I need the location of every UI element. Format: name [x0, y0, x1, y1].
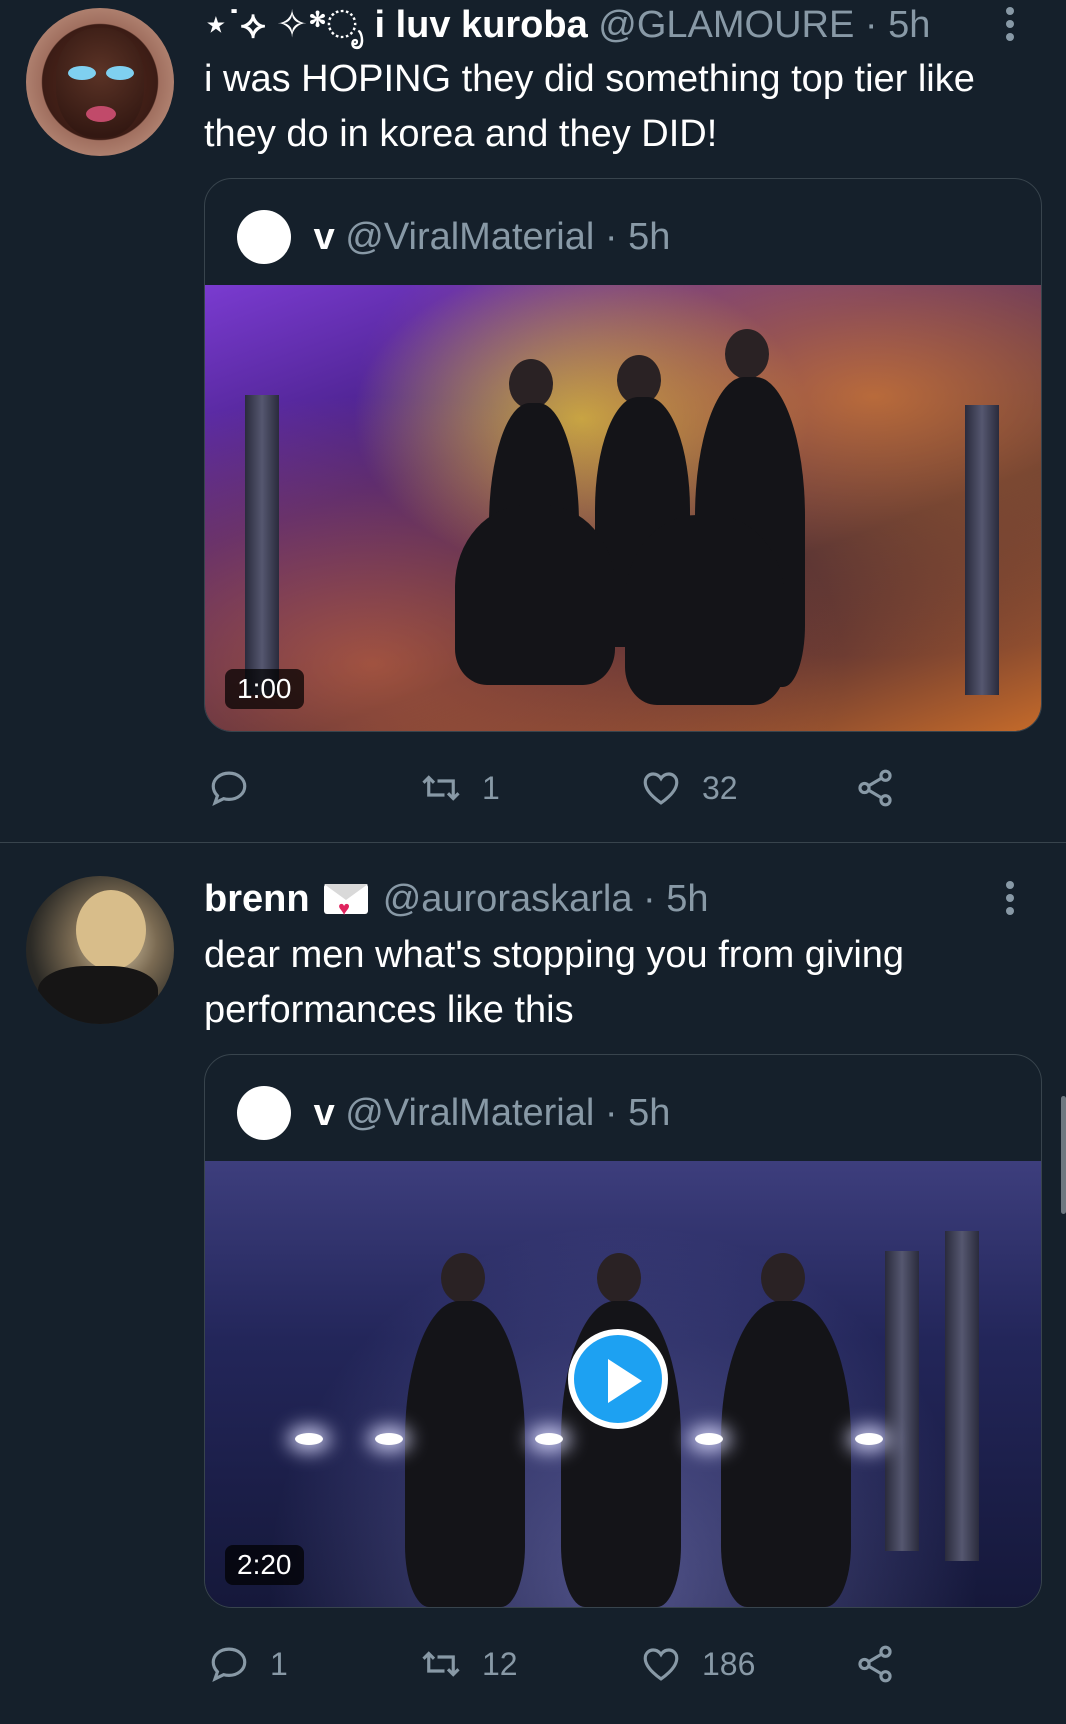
heart-icon	[643, 1648, 679, 1681]
retweet-button[interactable]: 1	[420, 758, 500, 818]
reply-icon	[211, 1647, 247, 1682]
reply-button[interactable]: 1	[208, 1634, 288, 1694]
heart-icon	[643, 772, 679, 805]
like-button[interactable]: 186	[640, 1634, 755, 1694]
display-name[interactable]: ⋆˙⟡ ✧*ೃ i luv kuroba	[204, 4, 588, 46]
like-count: 186	[702, 1645, 756, 1682]
avatar-eye	[106, 66, 134, 80]
tweet[interactable]: ⋆˙⟡ ✧*ೃ i luv kuroba @GLAMOURE · 5h i wa…	[0, 0, 1066, 842]
quoted-tweet-card[interactable]: v @ViralMaterial · 5h 2:20	[204, 1054, 1042, 1608]
dancer	[725, 329, 769, 379]
share-button[interactable]	[854, 758, 896, 818]
avatar-hair	[76, 890, 146, 970]
quoted-avatar[interactable]	[237, 1085, 291, 1140]
like-count: 32	[702, 769, 738, 806]
stage-light	[695, 1433, 723, 1445]
quoted-tweet-card[interactable]: v @ViralMaterial · 5h 1:00	[204, 178, 1042, 732]
stage-light	[375, 1433, 403, 1445]
love-letter-icon	[324, 884, 369, 932]
quoted-timestamp: 5h	[628, 215, 671, 258]
retweet-icon	[422, 1651, 460, 1677]
avatar-body	[38, 966, 158, 1024]
tweet-text: dear men what's stopping you from giving…	[204, 934, 905, 1031]
avatar-lips	[86, 106, 116, 122]
stage-light	[295, 1433, 323, 1445]
timestamp[interactable]: 5h	[666, 878, 708, 920]
more-options-icon[interactable]	[1004, 4, 1016, 44]
action-bar: 1 32	[204, 758, 924, 818]
display-name[interactable]: brenn	[204, 878, 310, 920]
action-bar: 1 12 186	[204, 1634, 924, 1694]
separator: ·	[643, 878, 656, 920]
retweet-count: 12	[482, 1645, 518, 1682]
play-icon[interactable]	[568, 1329, 668, 1429]
scrollbar[interactable]	[1061, 1096, 1066, 1214]
dancer	[625, 515, 785, 705]
quoted-timestamp: 5h	[628, 1091, 671, 1134]
video-duration: 1:00	[225, 669, 304, 709]
video-thumbnail[interactable]: 2:20	[205, 1161, 1041, 1607]
quoted-avatar[interactable]	[237, 209, 291, 264]
stage-light	[535, 1433, 563, 1445]
dancer	[455, 505, 615, 685]
dancer	[597, 1253, 641, 1303]
share-button[interactable]	[854, 1634, 896, 1694]
user-handle[interactable]: @GLAMOURE	[598, 4, 854, 46]
tweet-header: ⋆˙⟡ ✧*ೃ i luv kuroba @GLAMOURE · 5h	[204, 2, 930, 48]
retweet-count: 1	[482, 769, 500, 806]
tweet-header: brenn @auroraskarla · 5h	[204, 876, 709, 932]
retweet-button[interactable]: 12	[420, 1634, 518, 1694]
more-options-icon[interactable]	[1004, 878, 1016, 918]
retweet-icon	[422, 775, 460, 801]
share-icon	[858, 1645, 892, 1683]
avatar[interactable]	[26, 8, 174, 156]
avatar[interactable]	[26, 876, 174, 1024]
quoted-handle[interactable]: @ViralMaterial	[345, 216, 594, 258]
dancer	[761, 1253, 805, 1303]
quoted-handle[interactable]: @ViralMaterial	[345, 1092, 594, 1134]
reply-icon	[211, 771, 247, 806]
video-thumbnail[interactable]: 1:00	[205, 285, 1041, 731]
quoted-tweet-header: v @ViralMaterial · 5h	[237, 1083, 671, 1140]
dancer	[721, 1301, 851, 1607]
separator: ·	[864, 4, 878, 46]
reply-button[interactable]	[208, 758, 270, 818]
quoted-tweet-header: v @ViralMaterial · 5h	[237, 207, 671, 264]
dancer	[509, 359, 553, 409]
quoted-display-name[interactable]: v	[314, 1092, 335, 1134]
timestamp[interactable]: 5h	[888, 4, 930, 46]
reply-count: 1	[270, 1645, 288, 1682]
like-button[interactable]: 32	[640, 758, 738, 818]
stage-pillar	[885, 1251, 919, 1551]
share-icon	[858, 769, 892, 807]
video-duration: 2:20	[225, 1545, 304, 1585]
separator: ·	[604, 1091, 618, 1134]
stage-pillar	[965, 405, 999, 695]
avatar-face	[56, 28, 144, 138]
dancer	[405, 1301, 525, 1607]
stage-light	[855, 1433, 883, 1445]
avatar-eye	[68, 66, 96, 80]
dancer	[441, 1253, 485, 1303]
tweet-text: i was HOPING they did something top tier…	[204, 58, 975, 155]
user-handle[interactable]: @auroraskarla	[383, 878, 633, 920]
quoted-display-name[interactable]: v	[314, 216, 335, 258]
stage-pillar	[945, 1231, 979, 1561]
stage-pillar	[245, 395, 279, 695]
separator: ·	[604, 215, 618, 258]
